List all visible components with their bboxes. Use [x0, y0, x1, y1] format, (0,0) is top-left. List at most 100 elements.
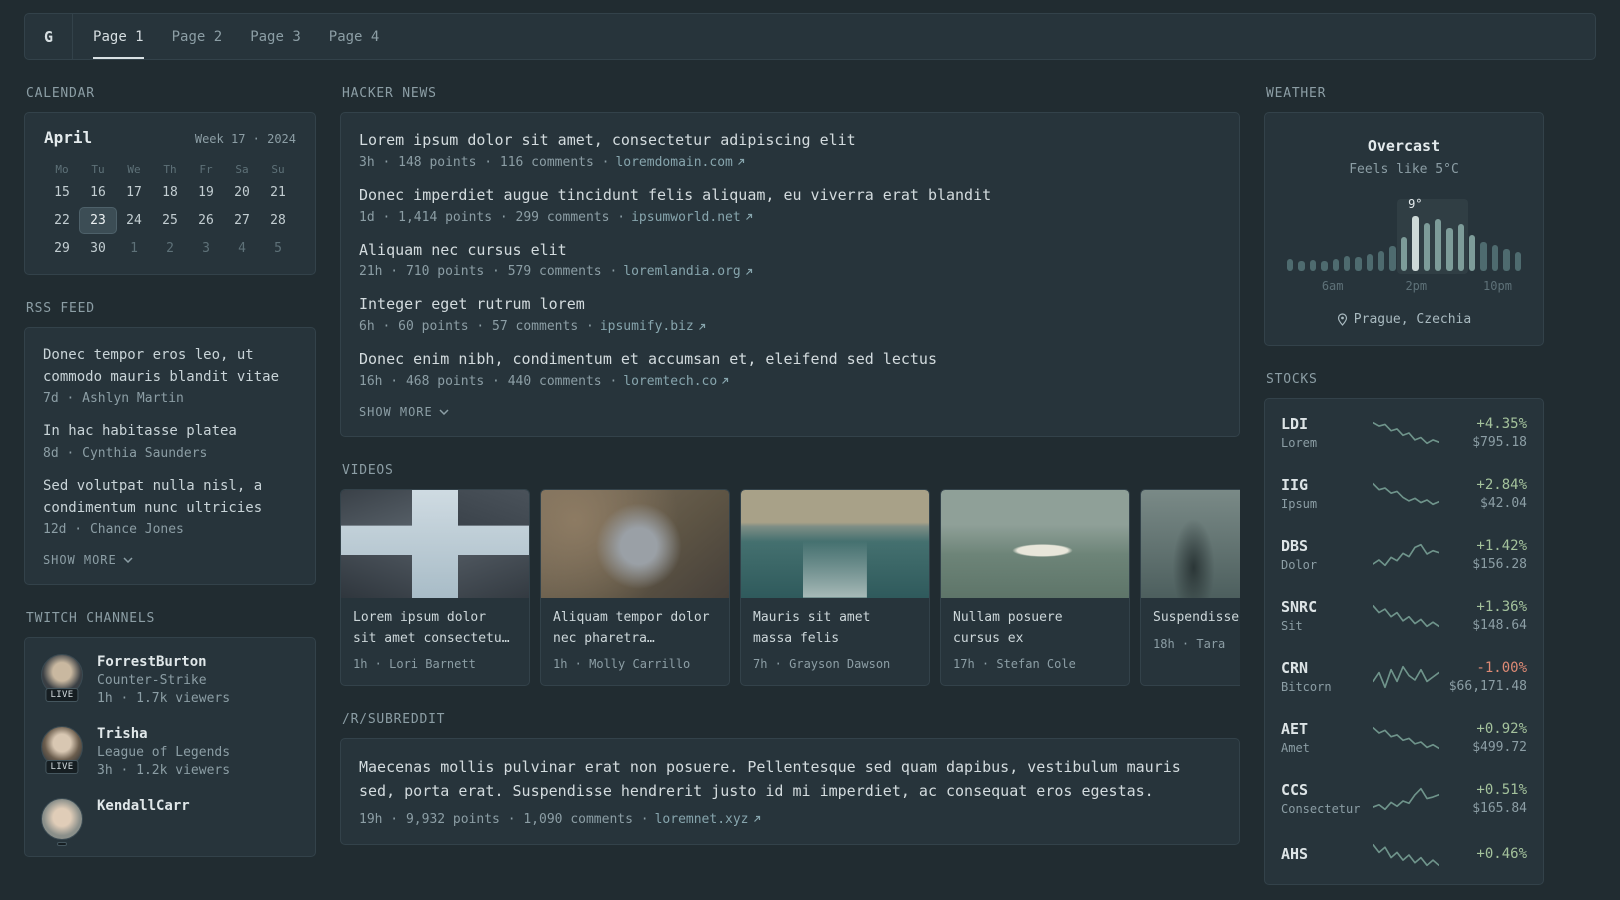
twitch-channel-meta: 1h · 1.7k viewers	[97, 691, 231, 707]
video-card[interactable]: Lorem ipsum dolor sit amet consectetu… 1…	[340, 488, 530, 687]
twitch-channel-list: LIVE ForrestBurton Counter-Strike 1h · 1…	[41, 654, 299, 847]
page-tab-label: Page 1	[93, 28, 144, 45]
stock-row[interactable]: SNRC Sit +1.36% $148.64	[1265, 585, 1543, 646]
stock-change: +1.36%	[1476, 598, 1527, 615]
hn-item-domain: ipsumworld.net	[631, 209, 741, 225]
stock-row[interactable]: IIG Ipsum +2.84% $42.04	[1265, 463, 1543, 524]
calendar-day: 1	[130, 241, 138, 256]
twitch-channel-name[interactable]: ForrestBurton	[97, 654, 230, 670]
hn-item-domain-link[interactable]: loremtech.co	[623, 374, 729, 389]
video-thumbnail[interactable]	[341, 489, 529, 598]
stock-sparkline	[1373, 421, 1439, 444]
video-thumbnail[interactable]	[541, 489, 729, 598]
page-tabs: Page 1 Page 2 Page 3 Page 4	[93, 14, 379, 59]
video-title[interactable]: Suspendisse diam	[1153, 608, 1240, 629]
rss-widget: RSS FEED Donec tempor eros leo, ut commo…	[24, 301, 316, 586]
rss-section-title: RSS FEED	[26, 301, 95, 316]
stock-row[interactable]: CCS Consectetur +0.51% $165.84	[1265, 768, 1543, 829]
video-card[interactable]: Mauris sit amet massa felis 7h · Grayson…	[740, 488, 930, 687]
weather-feels-like: Feels like 5°C	[1349, 162, 1459, 177]
calendar-day: 21	[270, 185, 286, 200]
stock-sparkline	[1373, 665, 1439, 688]
video-thumbnail[interactable]	[941, 489, 1129, 598]
hackernews-show-more-button[interactable]: SHOW MORE	[359, 405, 449, 419]
stocks-widget: STOCKS LDI Lorem +4.35% $795.18 IIG Ipsu…	[1264, 372, 1544, 885]
video-thumbnail[interactable]	[741, 489, 929, 598]
page-tab[interactable]: Page 2	[172, 14, 223, 59]
stock-row[interactable]: AHS +0.46%	[1265, 829, 1543, 881]
video-meta: 1h · Lori Barnett	[353, 657, 476, 672]
video-title[interactable]: Mauris sit amet massa felis	[753, 608, 917, 650]
video-card[interactable]: Aliquam tempor dolor nec pharetra… 1h · …	[540, 488, 730, 687]
calendar-day: 2	[166, 241, 174, 256]
video-title[interactable]: Lorem ipsum dolor sit amet consectetu…	[353, 608, 517, 650]
hn-item-domain-link[interactable]: loremlandia.org	[623, 264, 752, 279]
page-tab[interactable]: Page 3	[250, 14, 301, 59]
hn-item-title[interactable]: Lorem ipsum dolor sit amet, consectetur …	[359, 130, 1221, 152]
stock-row[interactable]: AET Amet +0.92% $499.72	[1265, 707, 1543, 768]
twitch-channel-row[interactable]: LIVE ForrestBurton Counter-Strike 1h · 1…	[41, 654, 299, 706]
hn-item-title[interactable]: Donec imperdiet augue tincidunt felis al…	[359, 185, 1221, 207]
video-title[interactable]: Nullam posuere cursus ex	[953, 608, 1117, 650]
videos-section-title: VIDEOS	[342, 462, 394, 478]
calendar-day: 25	[162, 213, 178, 228]
hn-item-title[interactable]: Aliquam nec cursus elit	[359, 240, 1221, 262]
video-meta: 18h · Tara	[1153, 636, 1226, 651]
video-meta: 17h · Stefan Cole	[953, 657, 1076, 672]
rss-item-title[interactable]: Donec tempor eros leo, ut commodo mauris…	[43, 345, 297, 388]
stock-row[interactable]: LDI Lorem +4.35% $795.18	[1265, 402, 1543, 463]
twitch-channel-row[interactable]: KendallCarr	[41, 798, 299, 847]
video-title[interactable]: Aliquam tempor dolor nec pharetra…	[553, 608, 717, 650]
hn-item-stats: 1d · 1,414 points · 299 comments ·	[359, 209, 626, 225]
hn-item: Aliquam nec cursus elit 21h · 710 points…	[359, 240, 1221, 279]
hn-item-domain-link[interactable]: loremdomain.com	[615, 155, 744, 170]
weather-bar	[1434, 218, 1442, 271]
video-card[interactable]: Nullam posuere cursus ex 17h · Stefan Co…	[940, 488, 1130, 687]
rss-card: Donec tempor eros leo, ut commodo mauris…	[24, 327, 316, 586]
stock-row[interactable]: DBS Dolor +1.42% $156.28	[1265, 524, 1543, 585]
top-nav: G Page 1 Page 2 Page 3 Page 4	[24, 13, 1596, 60]
stock-change: +2.84%	[1476, 476, 1527, 493]
page-tab[interactable]: Page 1	[93, 14, 144, 59]
hn-item-domain-link[interactable]: ipsumworld.net	[631, 210, 753, 225]
calendar-day-headers: Mo Tu We Th Fr Sa Su	[44, 159, 296, 180]
twitch-section-title: TWITCH CHANNELS	[26, 611, 156, 627]
show-more-label: SHOW MORE	[359, 404, 433, 419]
stock-change: +1.42%	[1476, 537, 1527, 554]
reddit-post-domain-link[interactable]: loremnet.xyz	[655, 812, 761, 827]
twitch-channel-name[interactable]: Trisha	[97, 726, 230, 742]
hn-item-title[interactable]: Integer eget rutrum lorem	[359, 294, 1221, 316]
calendar-day: 3	[202, 241, 210, 256]
stock-row[interactable]: CRN Bitcorn -1.00% $66,171.48	[1265, 646, 1543, 707]
video-meta: 7h · Grayson Dawson	[753, 657, 891, 672]
rss-list: Donec tempor eros leo, ut commodo mauris…	[43, 345, 297, 537]
twitch-channel-name[interactable]: KendallCarr	[97, 798, 190, 814]
calendar-day: 16	[90, 185, 106, 200]
weather-bar: 9°	[1408, 197, 1423, 271]
stock-id: LDI Lorem	[1281, 415, 1367, 450]
stock-sparkline	[1373, 726, 1439, 749]
rss-show-more-button[interactable]: SHOW MORE	[43, 553, 133, 567]
stock-change: +4.35%	[1476, 415, 1527, 432]
stock-symbol: IIG	[1281, 476, 1309, 494]
rss-item-meta: 7d · Ashlyn Martin	[43, 391, 184, 407]
hn-item-domain-link[interactable]: ipsumify.biz	[600, 319, 706, 334]
external-link-icon	[753, 816, 760, 823]
page-tab[interactable]: Page 4	[329, 14, 380, 59]
weather-condition: Overcast	[1367, 137, 1441, 155]
stock-id: SNRC Sit	[1281, 598, 1367, 633]
stock-change: +0.51%	[1476, 781, 1527, 798]
hn-item-title[interactable]: Donec enim nibh, condimentum et accumsan…	[359, 349, 1221, 371]
rss-item-title[interactable]: Sed volutpat nulla nisl, a condimentum n…	[43, 476, 297, 519]
reddit-post-title[interactable]: Maecenas mollis pulvinar erat non posuer…	[359, 756, 1221, 803]
rss-item-title[interactable]: In hac habitasse platea	[43, 421, 297, 443]
stock-sparkline	[1373, 482, 1439, 505]
calendar-day: 17	[126, 185, 142, 200]
calendar-day: 26	[198, 213, 214, 228]
video-card[interactable]: Suspendisse diam 18h · Tara	[1140, 488, 1240, 687]
weather-bar	[1400, 236, 1408, 271]
video-thumbnail[interactable]	[1141, 489, 1240, 598]
weather-bar	[1469, 235, 1476, 271]
twitch-channel-row[interactable]: LIVE Trisha League of Legends 3h · 1.2k …	[41, 726, 299, 778]
weather-time-2pm: 2pm	[1405, 279, 1428, 293]
